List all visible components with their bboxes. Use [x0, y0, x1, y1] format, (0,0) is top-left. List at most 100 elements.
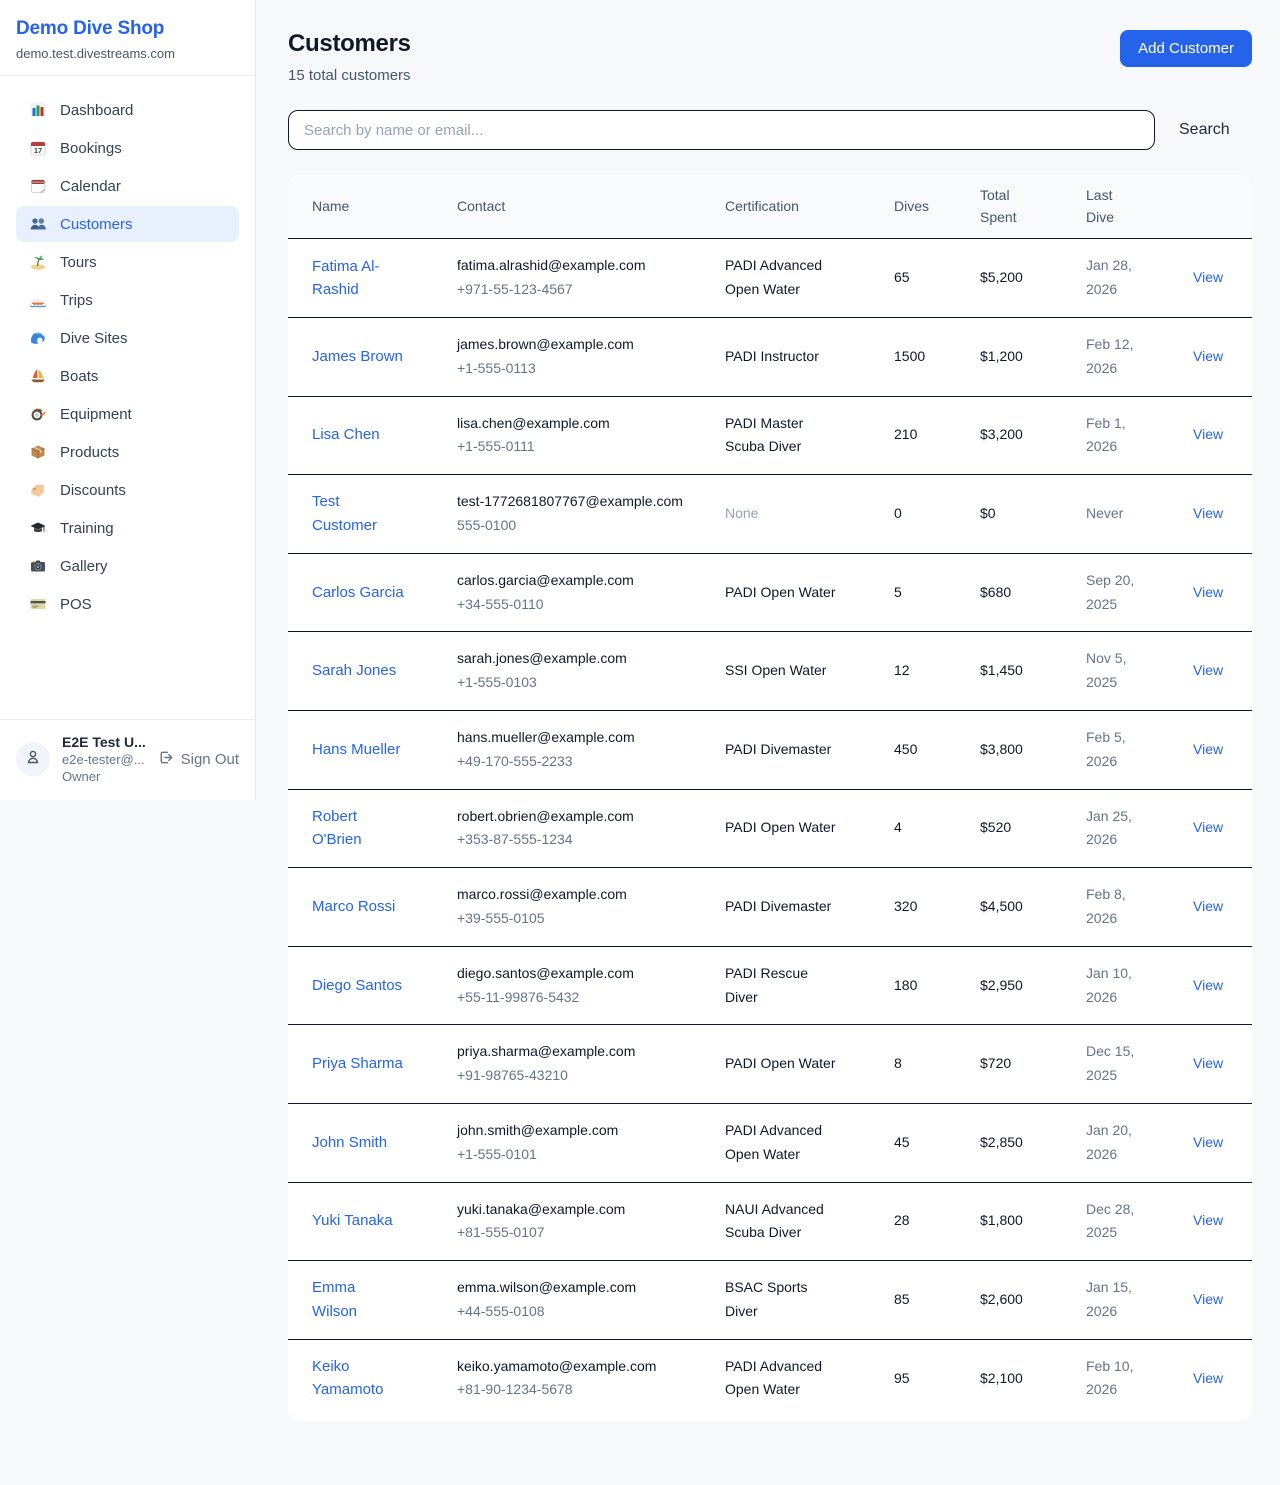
customer-email: james.brown@example.com	[457, 333, 683, 357]
customer-name-link[interactable]: Sarah Jones	[312, 659, 396, 682]
sidebar: Demo Dive Shop demo.test.divestreams.com…	[0, 0, 256, 800]
svg-text:17: 17	[34, 146, 42, 155]
dives-count: 0	[894, 487, 980, 541]
customer-email: carlos.garcia@example.com	[457, 569, 683, 593]
sidebar-item-pos[interactable]: POS	[16, 586, 239, 622]
certification: PADI Open Water	[725, 1052, 843, 1076]
total-spent: $720	[980, 1037, 1086, 1091]
dives-count: 28	[894, 1194, 980, 1248]
user-email: e2e-tester@...	[62, 752, 145, 767]
customer-name-link[interactable]: Marco Rossi	[312, 895, 395, 918]
add-customer-button[interactable]: Add Customer	[1120, 30, 1252, 67]
certification: PADI Rescue Diver	[725, 962, 843, 1010]
total-spent: $520	[980, 801, 1086, 855]
view-link[interactable]: View	[1193, 584, 1223, 600]
customer-phone: +44-555-0108	[457, 1300, 725, 1324]
sidebar-item-customers[interactable]: Customers	[16, 206, 239, 242]
view-link[interactable]: View	[1193, 1212, 1223, 1228]
customer-name-link[interactable]: Yuki Tanaka	[312, 1209, 393, 1232]
sidebar-item-label: Boats	[60, 368, 98, 385]
view-link[interactable]: View	[1193, 269, 1223, 285]
contact-cell: hans.mueller@example.com +49-170-555-223…	[457, 711, 725, 789]
sidebar-item-label: Dive Sites	[60, 330, 128, 347]
view-link[interactable]: View	[1193, 977, 1223, 993]
sidebar-item-dashboard[interactable]: Dashboard	[16, 92, 239, 128]
certification: PADI Advanced Open Water	[725, 254, 843, 302]
sidebar-item-dive-sites[interactable]: Dive Sites	[16, 320, 239, 356]
column-header-name: Name	[312, 185, 457, 229]
sidebar-item-training[interactable]: Training	[16, 510, 239, 546]
calendar-17-icon: 17	[29, 139, 47, 157]
view-link[interactable]: View	[1193, 898, 1223, 914]
total-spent: $1,200	[980, 330, 1086, 384]
brand: Demo Dive Shop demo.test.divestreams.com	[0, 0, 255, 76]
customer-name-link[interactable]: Carlos Garcia	[312, 581, 404, 604]
contact-cell: carlos.garcia@example.com +34-555-0110	[457, 554, 725, 632]
brand-name: Demo Dive Shop	[16, 18, 239, 40]
view-link[interactable]: View	[1193, 1370, 1223, 1386]
search-button[interactable]: Search	[1179, 121, 1230, 139]
customer-name-link[interactable]: Test Customer	[312, 490, 404, 537]
customer-name-link[interactable]: Keiko Yamamoto	[312, 1355, 404, 1402]
total-spent: $2,950	[980, 959, 1086, 1013]
customer-name-link[interactable]: Priya Sharma	[312, 1052, 403, 1075]
tear-calendar-icon	[29, 177, 47, 195]
certification: SSI Open Water	[725, 659, 843, 683]
customer-phone: 555-0100	[457, 514, 725, 538]
view-link[interactable]: View	[1193, 426, 1223, 442]
last-dive-date: Feb 5, 2026	[1086, 726, 1148, 774]
last-dive-date: Jan 20, 2026	[1086, 1119, 1148, 1167]
view-link[interactable]: View	[1193, 1134, 1223, 1150]
sidebar-item-products[interactable]: Products	[16, 434, 239, 470]
customer-name-link[interactable]: Emma Wilson	[312, 1276, 404, 1323]
customer-phone: +91-98765-43210	[457, 1064, 725, 1088]
sidebar-item-tours[interactable]: Tours	[16, 244, 239, 280]
search-bar: Search	[288, 110, 1252, 150]
contact-cell: diego.santos@example.com +55-11-99876-54…	[457, 947, 725, 1025]
sidebar-item-label: Gallery	[60, 558, 108, 575]
sidebar-item-bookings[interactable]: 17 Bookings	[16, 130, 239, 166]
bar-chart-icon	[29, 101, 47, 119]
view-link[interactable]: View	[1193, 741, 1223, 757]
contact-cell: priya.sharma@example.com +91-98765-43210	[457, 1025, 725, 1103]
contact-cell: robert.obrien@example.com +353-87-555-12…	[457, 790, 725, 868]
customer-name-link[interactable]: Hans Mueller	[312, 738, 400, 761]
customer-phone: +39-555-0105	[457, 907, 725, 931]
contact-cell: sarah.jones@example.com +1-555-0103	[457, 632, 725, 710]
dives-count: 320	[894, 880, 980, 934]
view-link[interactable]: View	[1193, 819, 1223, 835]
sidebar-item-label: Tours	[60, 254, 97, 271]
customer-name-link[interactable]: Fatima Al-Rashid	[312, 255, 404, 302]
dives-count: 4	[894, 801, 980, 855]
sidebar-item-boats[interactable]: Boats	[16, 358, 239, 394]
search-input[interactable]	[288, 110, 1155, 150]
customer-name-link[interactable]: John Smith	[312, 1131, 387, 1154]
customer-name-link[interactable]: Lisa Chen	[312, 423, 380, 446]
customer-name-link[interactable]: James Brown	[312, 345, 403, 368]
last-dive-date: Dec 28, 2025	[1086, 1198, 1148, 1246]
customer-name-link[interactable]: Diego Santos	[312, 974, 402, 997]
view-link[interactable]: View	[1193, 1055, 1223, 1071]
view-link[interactable]: View	[1193, 662, 1223, 678]
sidebar-item-gallery[interactable]: Gallery	[16, 548, 239, 584]
customers-table: NameContactCertificationDivesTotal Spent…	[288, 175, 1252, 1421]
customer-name-link[interactable]: Robert O'Brien	[312, 805, 404, 852]
column-header-last-dive: Last Dive	[1086, 175, 1193, 238]
view-link[interactable]: View	[1193, 505, 1223, 521]
sidebar-item-calendar[interactable]: Calendar	[16, 168, 239, 204]
dives-count: 450	[894, 723, 980, 777]
sidebar-item-equipment[interactable]: Equipment	[16, 396, 239, 432]
table-row: Yuki Tanaka yuki.tanaka@example.com +81-…	[288, 1183, 1252, 1262]
table-row: Carlos Garcia carlos.garcia@example.com …	[288, 554, 1252, 633]
sidebar-item-trips[interactable]: Trips	[16, 282, 239, 318]
customer-email: emma.wilson@example.com	[457, 1276, 683, 1300]
customer-email: test-1772681807767@example.com	[457, 490, 683, 514]
sidebar-item-label: Bookings	[60, 140, 122, 157]
certification: PADI Open Water	[725, 816, 843, 840]
sign-out-button[interactable]: Sign Out	[157, 749, 239, 770]
last-dive-date: Sep 20, 2025	[1086, 569, 1148, 617]
sidebar-item-discounts[interactable]: Discounts	[16, 472, 239, 508]
customer-phone: +353-87-555-1234	[457, 828, 725, 852]
view-link[interactable]: View	[1193, 348, 1223, 364]
view-link[interactable]: View	[1193, 1291, 1223, 1307]
